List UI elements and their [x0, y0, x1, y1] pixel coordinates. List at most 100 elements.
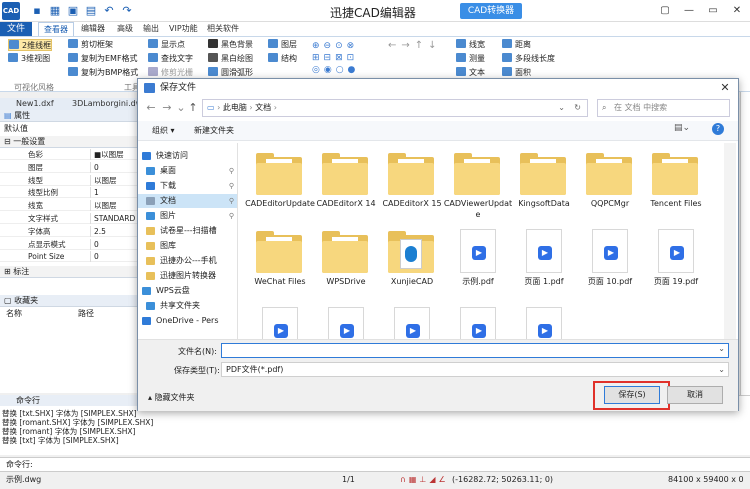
pin-icon[interactable]: ⚲	[229, 179, 234, 193]
nav-item[interactable]: 试卷星---扫描槽	[138, 224, 237, 238]
nav-item[interactable]: 下载 ⚲	[138, 179, 237, 193]
hide-folders-toggle[interactable]: ▴ 隐藏文件夹	[148, 392, 195, 403]
cad-converter-button[interactable]: CAD转换器	[460, 3, 522, 19]
print-icon[interactable]: ▤	[84, 4, 98, 18]
nav-item[interactable]: OneDrive - Pers	[138, 314, 237, 328]
line-width-button[interactable]: 线宽	[456, 39, 485, 51]
pdf-file-item[interactable]: ▶	[380, 303, 444, 339]
folder-item[interactable]: CADViewerUpdate	[444, 147, 512, 227]
maximize-button[interactable]: ▭	[704, 3, 722, 19]
redo-icon[interactable]: ↷	[120, 4, 134, 18]
drawing-canvas[interactable]	[740, 92, 750, 395]
zoom-tools-icons[interactable]: ⊕⊖⊙⊗ ⊞⊟⊠⊡ ◎◉○●	[312, 40, 382, 78]
minimize-button[interactable]: —	[680, 3, 698, 19]
nav-item[interactable]: 快速访问	[138, 149, 237, 163]
address-dropdown-icon[interactable]: ⌄	[558, 100, 565, 116]
folder-item[interactable]: Tencent Files	[644, 147, 708, 227]
help-icon[interactable]: ?	[712, 123, 724, 135]
pin-icon[interactable]: ⚲	[229, 209, 234, 223]
tab-related-software[interactable]: 相关软件	[202, 22, 244, 36]
nav-item[interactable]: 桌面 ⚲	[138, 164, 237, 178]
pin-icon[interactable]: ⚲	[229, 164, 234, 178]
structure-button[interactable]: 结构	[268, 53, 297, 65]
folder-item[interactable]: CADEditorX 15	[380, 147, 444, 227]
file-list-scrollbar[interactable]	[724, 143, 736, 339]
save-icon[interactable]: ▣	[66, 4, 80, 18]
undo-icon[interactable]: ↶	[102, 4, 116, 18]
pdf-file-item[interactable]: ▶	[512, 303, 576, 339]
property-row[interactable]: Point Size 0	[0, 251, 146, 263]
tab-viewer[interactable]: 查看器	[38, 22, 74, 36]
nav-item[interactable]: 共享文件夹	[138, 299, 237, 313]
find-text-button[interactable]: 查找文字	[148, 53, 193, 65]
polyline-length-button[interactable]: 多段线长度	[502, 53, 555, 65]
forward-icon[interactable]: →	[160, 101, 174, 115]
property-row[interactable]: 文字样式 STANDARD	[0, 213, 146, 224]
save-button[interactable]: 保存(S)	[604, 386, 660, 404]
breadcrumb-this-pc[interactable]: 此电脑	[223, 103, 247, 112]
pdf-file-item[interactable]: ▶ 页面 10.pdf	[578, 225, 642, 305]
back-icon[interactable]: ←	[144, 101, 158, 115]
folder-item[interactable]: KingsoftData	[512, 147, 576, 227]
organize-button[interactable]: 组织 ▾	[152, 125, 175, 136]
folder-item[interactable]: CADEditorX 14	[314, 147, 378, 227]
command-input[interactable]: 命令行:	[0, 457, 750, 471]
property-row[interactable]: 点显示模式 0	[0, 238, 146, 250]
pdf-file-item[interactable]: ▶	[248, 303, 312, 339]
address-bar[interactable]: ▭ › 此电脑 › 文档 › ⌄ ↻	[202, 99, 588, 117]
wireframe-2d-button[interactable]: 2维线框	[8, 39, 53, 51]
show-points-button[interactable]: 显示点	[148, 39, 185, 51]
nav-item[interactable]: 文档 ⚲	[138, 194, 237, 208]
section-annotation[interactable]: ⊞ 标注	[0, 266, 146, 278]
new-folder-button[interactable]: 新建文件夹	[194, 125, 234, 136]
black-background-button[interactable]: 黑色背景	[208, 39, 253, 51]
tab-output[interactable]: 输出	[138, 22, 164, 36]
filename-input[interactable]: ⌄	[221, 343, 729, 358]
breadcrumb-documents[interactable]: 文档	[255, 103, 271, 112]
pdf-file-item[interactable]: ▶ 页面 1.pdf	[512, 225, 576, 305]
property-row[interactable]: 线宽 以图层	[0, 200, 146, 212]
tab-advanced[interactable]: 高级	[112, 22, 138, 36]
layers-button[interactable]: 图层	[268, 39, 297, 51]
property-row[interactable]: 色彩 ■以图层	[0, 149, 146, 160]
view-options-icon[interactable]: ▤⌄	[674, 123, 690, 133]
clip-frame-button[interactable]: 剪切框架	[68, 39, 113, 51]
property-row[interactable]: 字体高 2.5	[0, 225, 146, 237]
view-3d-button[interactable]: 3维视图	[8, 53, 50, 65]
snap-tools-icons[interactable]: ∩▦⊥◢∠	[400, 472, 449, 488]
measure-button[interactable]: 测量	[456, 53, 485, 65]
fav-col-path[interactable]: 路径	[78, 308, 94, 319]
dialog-close-button[interactable]: ✕	[716, 80, 734, 96]
folder-item[interactable]: WeChat Files	[248, 225, 312, 305]
tab-vip[interactable]: VIP功能	[164, 22, 203, 36]
folder-item[interactable]: WPSDrive	[314, 225, 378, 305]
app-item[interactable]: XunjieCAD	[380, 225, 444, 305]
tab-editor[interactable]: 编辑器	[76, 22, 110, 36]
folder-item[interactable]: QQPCMgr	[578, 147, 642, 227]
restore-ribbon-icon[interactable]: ▢	[656, 3, 674, 19]
copy-emf-button[interactable]: 复制为EMF格式	[68, 53, 138, 65]
property-row[interactable]: 线型 以图层	[0, 174, 146, 186]
up-icon[interactable]: ↑	[186, 101, 200, 115]
nav-item[interactable]: 图库	[138, 239, 237, 253]
pdf-file-item[interactable]: ▶ 页面 19.pdf	[644, 225, 708, 305]
folder-item[interactable]: CADEditorUpdate	[245, 147, 315, 227]
property-row[interactable]: 线型比例 1	[0, 187, 146, 199]
close-app-button[interactable]: ✕	[728, 3, 746, 19]
open-file-icon[interactable]: ▦	[48, 4, 62, 18]
filetype-select[interactable]: PDF文件(*.pdf) ⌄	[221, 362, 729, 377]
navigate-arrows-icons[interactable]: ←→↑↓	[388, 40, 448, 52]
cancel-button[interactable]: 取消	[667, 386, 723, 404]
pin-icon[interactable]: ⚲	[229, 194, 234, 208]
refresh-icon[interactable]: ↻	[574, 100, 581, 116]
pdf-file-item[interactable]: ▶	[446, 303, 510, 339]
copy-bmp-button[interactable]: 复制为BMP格式	[68, 67, 138, 79]
property-row[interactable]: 图层 0	[0, 161, 146, 173]
search-input[interactable]: ⌕ 在 文档 中搜索	[597, 99, 730, 117]
new-file-icon[interactable]: ▪	[30, 4, 44, 18]
doc-tab-new1[interactable]: New1.dxf	[10, 98, 60, 110]
black-white-button[interactable]: 黑白绘图	[208, 53, 253, 65]
filename-dropdown-icon[interactable]: ⌄	[718, 344, 725, 353]
pdf-file-item[interactable]: ▶	[314, 303, 378, 339]
pdf-file-item[interactable]: ▶ 示例.pdf	[446, 225, 510, 305]
